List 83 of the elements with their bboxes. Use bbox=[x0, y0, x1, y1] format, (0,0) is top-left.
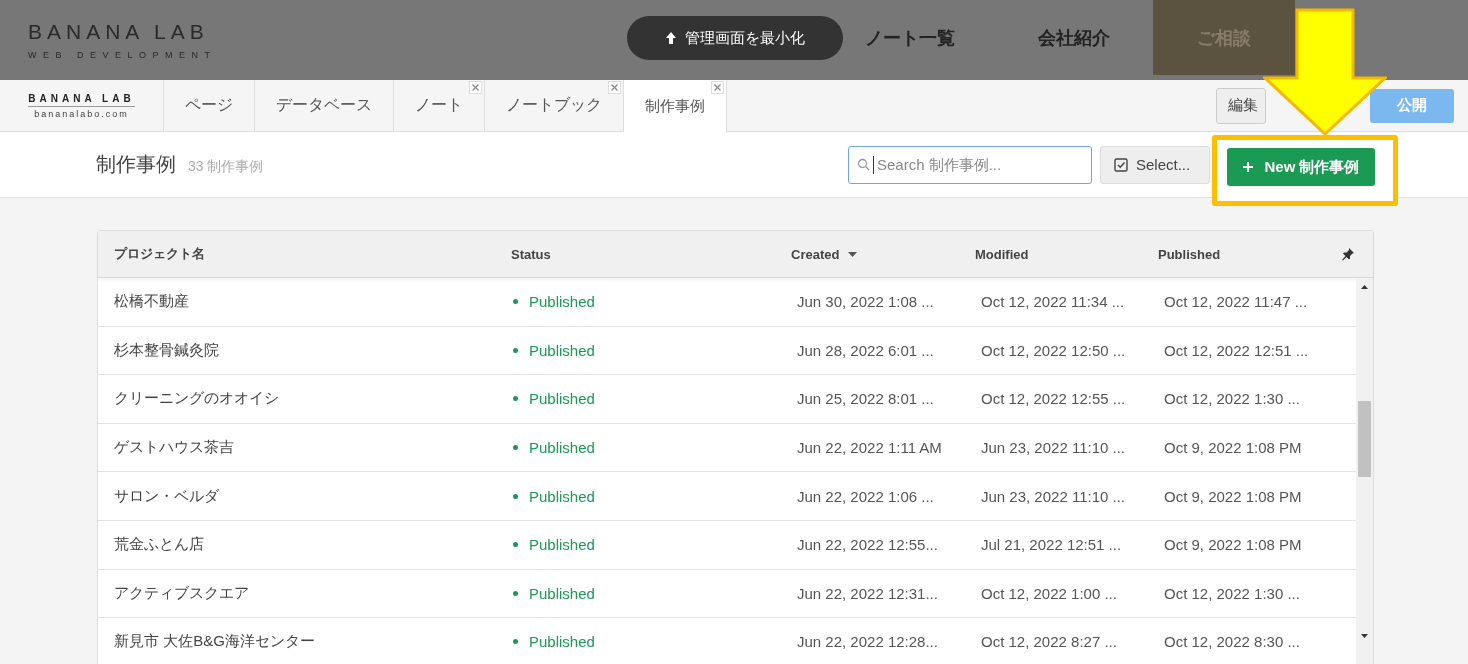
status-text: Published bbox=[529, 536, 595, 554]
close-icon[interactable] bbox=[711, 81, 724, 94]
search-field[interactable]: Search 制作事例... bbox=[848, 145, 1092, 184]
tab[interactable]: データベース bbox=[255, 80, 394, 131]
table-cell: Oct 9, 2022 1:08 PM bbox=[1164, 487, 1302, 505]
table-cell: Jun 22, 2022 12:55... bbox=[797, 536, 938, 554]
table-cell: アクティブスクエア bbox=[114, 583, 249, 603]
table-cell: Oct 12, 2022 12:55 ... bbox=[981, 390, 1126, 408]
table-cell: Oct 9, 2022 1:08 PM bbox=[1164, 439, 1302, 457]
table-cell: Jun 25, 2022 8:01 ... bbox=[797, 390, 934, 408]
table-cell: Jun 28, 2022 6:01 ... bbox=[797, 341, 934, 359]
pin-icon[interactable] bbox=[1341, 247, 1355, 261]
table-cell: サロン・ベルダ bbox=[114, 486, 219, 506]
table-cell: Jul 21, 2022 12:51 ... bbox=[981, 536, 1122, 554]
table-cell: ゲストハウス茶吉 bbox=[114, 438, 234, 458]
scroll-down-icon[interactable] bbox=[1361, 634, 1368, 638]
page-title: 制作事例 bbox=[96, 152, 176, 177]
column-header[interactable]: Modified bbox=[975, 246, 1158, 262]
logo-subtitle: WEB DEVELOPMENT bbox=[28, 50, 217, 60]
logo-title: BANANA LAB bbox=[28, 92, 135, 107]
status-dot bbox=[513, 639, 518, 645]
table-cell: Oct 12, 2022 11:34 ... bbox=[981, 293, 1125, 311]
status-dot bbox=[513, 445, 518, 451]
scrollbar-thumb[interactable] bbox=[1358, 401, 1371, 477]
table-cell: Oct 12, 2022 11:47 ... bbox=[1164, 293, 1308, 311]
column-header[interactable]: Created bbox=[791, 246, 975, 262]
table-cell: Oct 12, 2022 1:00 ... bbox=[981, 584, 1117, 602]
table-cell: Jun 22, 2022 12:28... bbox=[797, 633, 938, 651]
sort-caret-icon bbox=[848, 251, 858, 257]
arrow-up-icon bbox=[665, 31, 677, 45]
table-cell: Jun 22, 2022 1:06 ... bbox=[797, 487, 934, 505]
status-dot bbox=[513, 396, 518, 402]
column-header[interactable]: プロジェクト名 bbox=[98, 245, 511, 263]
status-dot bbox=[513, 590, 518, 596]
search-icon bbox=[857, 158, 870, 171]
tab[interactable]: ページ bbox=[164, 80, 255, 131]
scroll-up-icon[interactable] bbox=[1361, 285, 1368, 289]
item-count: 33 制作事例 bbox=[188, 157, 264, 176]
status-text: Published bbox=[529, 439, 595, 457]
status-text: Published bbox=[529, 584, 595, 602]
status-text: Published bbox=[529, 390, 595, 408]
new-item-button[interactable]: New 制作事例 bbox=[1227, 148, 1375, 186]
status-dot bbox=[513, 347, 518, 353]
table-cell: 杉本整骨鍼灸院 bbox=[114, 340, 219, 360]
column-header[interactable]: Status bbox=[511, 246, 791, 262]
table-cell: 荒金ふとん店 bbox=[114, 535, 204, 555]
status-dot bbox=[513, 299, 518, 305]
table-cell: Oct 12, 2022 12:50 ... bbox=[981, 341, 1126, 359]
status-text: Published bbox=[529, 633, 595, 651]
status-text: Published bbox=[529, 487, 595, 505]
plus-icon bbox=[1242, 161, 1255, 173]
table-cell: Jun 23, 2022 11:10 ... bbox=[981, 439, 1125, 457]
nav-link[interactable]: 会社紹介 bbox=[1038, 20, 1110, 55]
scrollbar[interactable] bbox=[1356, 278, 1373, 664]
close-icon[interactable] bbox=[608, 81, 621, 94]
table-cell: 松橋不動産 bbox=[114, 292, 189, 312]
table-cell: Oct 12, 2022 8:30 ... bbox=[1164, 633, 1300, 651]
edit-button[interactable]: 編集 bbox=[1216, 87, 1266, 124]
table-cell: Jun 22, 2022 12:31... bbox=[797, 584, 938, 602]
table-cell: クリーニングのオオイシ bbox=[114, 389, 279, 409]
checkbox-icon bbox=[1114, 157, 1128, 172]
table-cell: Jun 23, 2022 11:10 ... bbox=[981, 487, 1125, 505]
logo-subtitle: bananalabo.com bbox=[34, 108, 129, 119]
status-text: Published bbox=[529, 293, 595, 311]
status-dot bbox=[513, 542, 518, 548]
table-cell: Jun 22, 2022 1:11 AM bbox=[797, 439, 942, 457]
logo-title: BANANA LAB bbox=[28, 20, 210, 44]
status-text: Published bbox=[529, 341, 595, 359]
status-dot bbox=[513, 493, 518, 499]
table-cell: Oct 12, 2022 8:27 ... bbox=[981, 633, 1117, 651]
table-cell: Jun 30, 2022 1:08 ... bbox=[797, 293, 934, 311]
close-icon[interactable] bbox=[469, 81, 482, 94]
tab[interactable]: 制作事例 bbox=[624, 80, 727, 133]
table-cell: Oct 9, 2022 1:08 PM bbox=[1164, 536, 1302, 554]
nav-link[interactable]: ノート一覧 bbox=[865, 20, 955, 55]
table-cell: 新見市 大佐B&G海洋センター bbox=[114, 632, 315, 652]
column-header[interactable]: Published bbox=[1158, 246, 1338, 262]
table-cell: Oct 12, 2022 1:30 ... bbox=[1164, 390, 1300, 408]
tab[interactable]: ノート bbox=[394, 80, 485, 131]
select-button[interactable]: Select... bbox=[1100, 145, 1210, 184]
minimize-admin-button[interactable]: 管理画面を最小化 bbox=[627, 16, 843, 60]
table-cell: Oct 12, 2022 1:30 ... bbox=[1164, 584, 1300, 602]
table-cell: Oct 12, 2022 12:51 ... bbox=[1164, 341, 1309, 359]
